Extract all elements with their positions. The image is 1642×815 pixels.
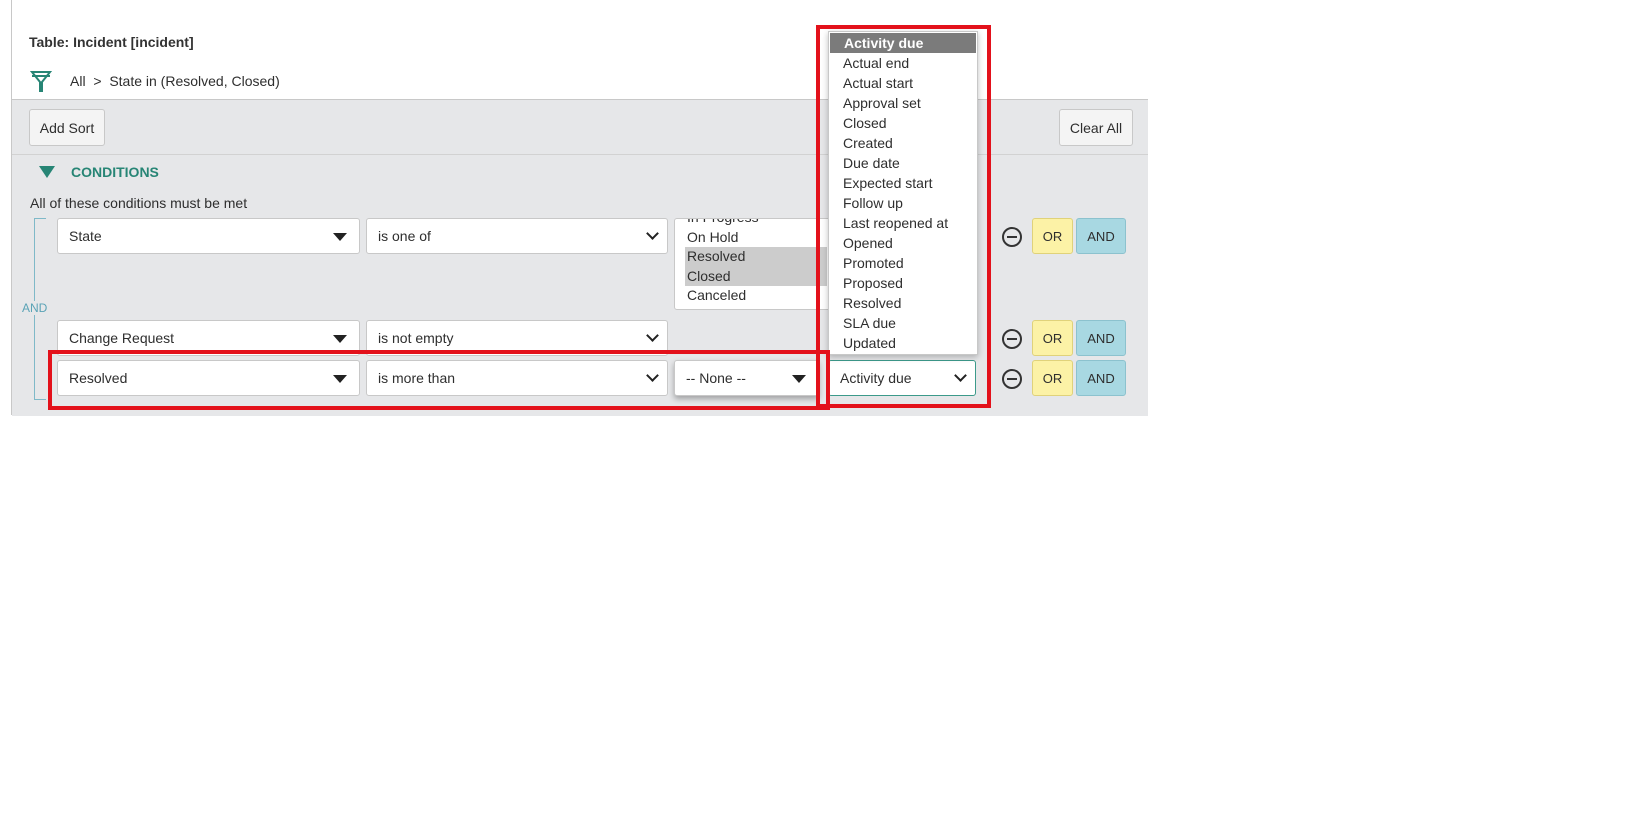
- breadcrumb: All > State in (Resolved, Closed): [70, 73, 280, 89]
- remove-condition-icon[interactable]: [1002, 329, 1022, 349]
- listbox-option[interactable]: In Progress: [675, 219, 833, 228]
- collapse-triangle-icon[interactable]: [39, 166, 55, 178]
- and-join-label: AND: [22, 301, 48, 315]
- filter-icon[interactable]: [30, 70, 52, 94]
- or-button[interactable]: OR: [1032, 360, 1073, 396]
- listbox-option-selected[interactable]: Resolved: [685, 247, 827, 267]
- caret-down-icon: [333, 233, 347, 241]
- breadcrumb-filter[interactable]: State in (Resolved, Closed): [109, 73, 279, 89]
- chevron-down-icon: [646, 329, 659, 342]
- chevron-down-icon: [646, 227, 659, 240]
- listbox-option[interactable]: On Hold: [675, 228, 833, 248]
- operator-value: is not empty: [378, 330, 454, 346]
- highlight-box-row: [48, 350, 830, 410]
- clear-all-button[interactable]: Clear All: [1059, 109, 1133, 146]
- breadcrumb-separator: >: [93, 73, 102, 89]
- add-sort-button[interactable]: Add Sort: [29, 109, 105, 146]
- remove-condition-icon[interactable]: [1002, 369, 1022, 389]
- table-label: Table: Incident [incident]: [29, 34, 194, 50]
- operator-value: is one of: [378, 228, 431, 244]
- listbox-option-selected[interactable]: Closed: [685, 266, 827, 286]
- remove-condition-icon[interactable]: [1002, 227, 1022, 247]
- field-select-row1[interactable]: State: [57, 218, 360, 254]
- or-button[interactable]: OR: [1032, 218, 1073, 254]
- and-button[interactable]: AND: [1076, 320, 1126, 356]
- caret-down-icon: [333, 335, 347, 343]
- conditions-heading[interactable]: CONDITIONS: [71, 164, 159, 180]
- conditions-subtitle: All of these conditions must be met: [30, 195, 248, 211]
- state-values-listbox[interactable]: In Progress On Hold Resolved Closed Canc…: [674, 218, 834, 310]
- field-value: Change Request: [69, 330, 175, 346]
- and-button[interactable]: AND: [1076, 360, 1126, 396]
- operator-select-row1[interactable]: is one of: [366, 218, 668, 254]
- breadcrumb-all[interactable]: All: [70, 73, 86, 89]
- highlight-box-dropdown: [816, 25, 991, 408]
- listbox-option[interactable]: Canceled: [675, 286, 833, 306]
- or-button[interactable]: OR: [1032, 320, 1073, 356]
- field-value: State: [69, 228, 102, 244]
- and-button[interactable]: AND: [1076, 218, 1126, 254]
